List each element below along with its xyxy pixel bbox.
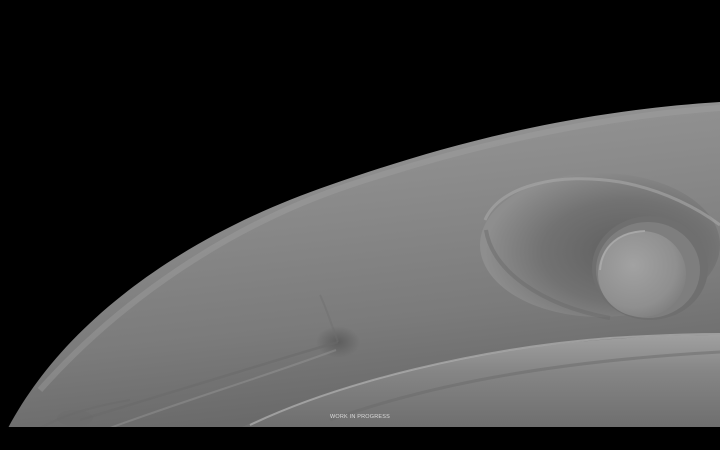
- clay-model-render: [0, 102, 720, 450]
- render-viewport: WORK IN PROGRESS: [0, 0, 720, 450]
- work-in-progress-label: WORK IN PROGRESS: [329, 414, 391, 420]
